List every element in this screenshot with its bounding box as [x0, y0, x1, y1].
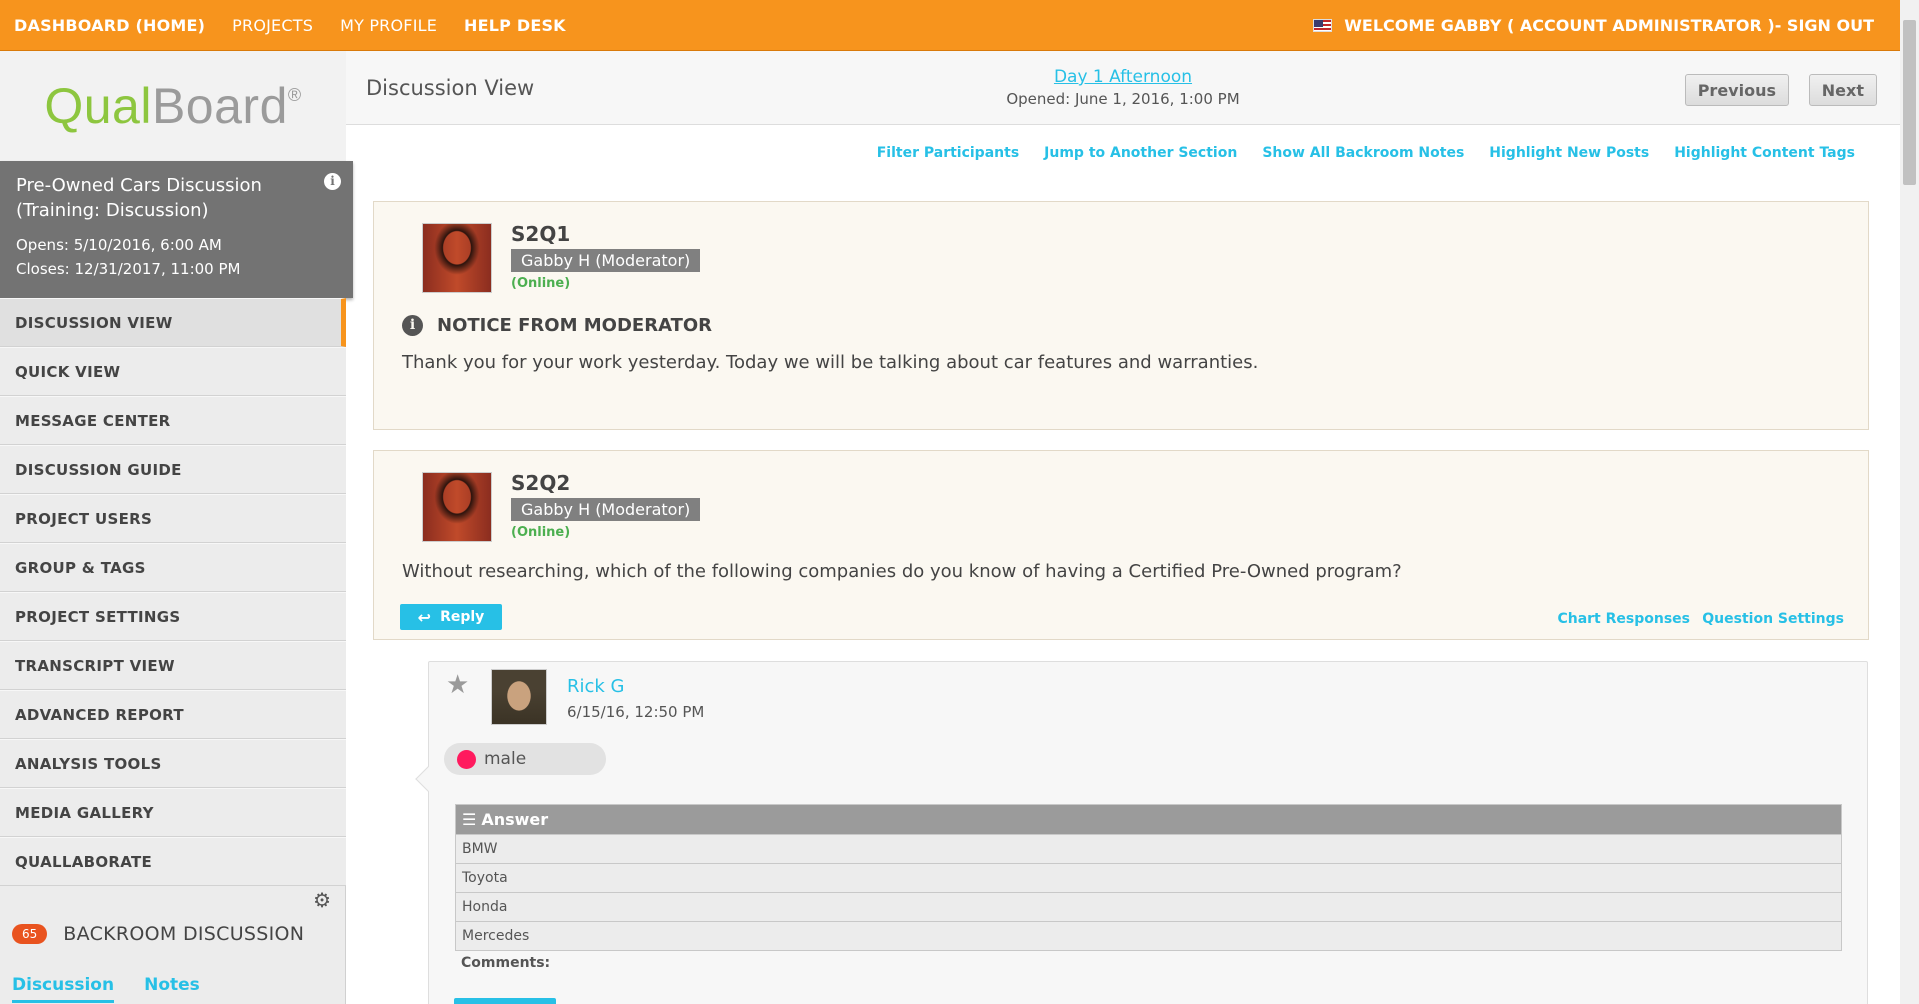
online-status: (Online)	[511, 276, 571, 291]
moderator-avatar	[422, 223, 492, 293]
chart-responses-link[interactable]: Chart Responses	[1557, 611, 1690, 627]
tab-backroom-notes[interactable]: Notes	[144, 975, 200, 1003]
response-card: ★ Rick G 6/15/16, 12:50 PM male ☰ Answer…	[415, 661, 1868, 1004]
table-row: Honda	[456, 892, 1841, 921]
highlight-content-tags-link[interactable]: Highlight Content Tags	[1674, 145, 1855, 161]
question-id: S2Q1	[511, 222, 571, 246]
participant-avatar	[491, 669, 547, 725]
sidebar-menu: DISCUSSION VIEW QUICK VIEW MESSAGE CENTE…	[0, 298, 346, 886]
discussion-toolbar: Filter Participants Jump to Another Sect…	[852, 145, 1855, 161]
comments-label: Comments:	[461, 955, 551, 971]
reply-arrow-icon: ↩	[417, 607, 432, 627]
main-header: Discussion View Day 1 Afternoon Opened: …	[346, 51, 1900, 125]
question-body: Without researching, which of the follow…	[402, 561, 1402, 582]
sidebar-item-transcript-view[interactable]: TRANSCRIPT VIEW	[0, 641, 346, 690]
notice-header: i NOTICE FROM MODERATOR	[402, 315, 712, 336]
sidebar-item-advanced-report[interactable]: ADVANCED REPORT	[0, 690, 346, 739]
sidebar-item-media-gallery[interactable]: MEDIA GALLERY	[0, 788, 346, 837]
project-title: Pre-Owned Cars Discussion	[16, 175, 262, 196]
project-subtitle: (Training: Discussion)	[16, 200, 209, 221]
welcome-signout[interactable]: WELCOME GABBY ( ACCOUNT ADMINISTRATOR )-…	[1313, 0, 1874, 50]
moderator-avatar	[422, 472, 492, 542]
table-row: Toyota	[456, 863, 1841, 892]
question-card-s2q2: S2Q2 Gabby H (Moderator) (Online) Withou…	[373, 450, 1869, 640]
response-time: 6/15/16, 12:50 PM	[567, 703, 705, 721]
scrollbar-thumb[interactable]	[1903, 20, 1916, 185]
question-settings-link[interactable]: Question Settings	[1702, 611, 1844, 627]
online-status: (Online)	[511, 525, 571, 540]
top-navigation-bar: DASHBOARD (HOME) PROJECTS MY PROFILE HEL…	[0, 0, 1900, 51]
nav-projects-link[interactable]: PROJECTS	[232, 16, 313, 35]
section-info: Day 1 Afternoon Opened: June 1, 2016, 1:…	[346, 67, 1900, 108]
show-backroom-notes-link[interactable]: Show All Backroom Notes	[1262, 145, 1464, 161]
backroom-discussion-header[interactable]: 65 BACKROOM DISCUSSION	[12, 923, 304, 945]
tag-color-dot	[457, 749, 476, 769]
answer-table-header: ☰ Answer	[456, 805, 1841, 834]
tag-label: male	[484, 749, 527, 769]
info-circle-icon: i	[402, 315, 423, 336]
sidebar-item-quick-view[interactable]: QUICK VIEW	[0, 347, 346, 396]
welcome-text[interactable]: WELCOME GABBY ( ACCOUNT ADMINISTRATOR )-…	[1344, 16, 1874, 35]
response-pointer	[415, 766, 441, 792]
question-card-s2q1: S2Q1 Gabby H (Moderator) (Online) i NOTI…	[373, 201, 1869, 430]
section-link[interactable]: Day 1 Afternoon	[1054, 67, 1192, 87]
project-closes: Closes: 12/31/2017, 11:00 PM	[16, 260, 241, 278]
logo-registered: ®	[287, 85, 302, 105]
sidebar-item-analysis-tools[interactable]: ANALYSIS TOOLS	[0, 739, 346, 788]
sidebar-item-discussion-view[interactable]: DISCUSSION VIEW	[0, 298, 346, 347]
sidebar-item-discussion-guide[interactable]: DISCUSSION GUIDE	[0, 445, 346, 494]
info-icon[interactable]: i	[324, 173, 341, 190]
table-row: Mercedes	[456, 921, 1841, 950]
participant-name[interactable]: Rick G	[567, 676, 625, 697]
project-opens: Opens: 5/10/2016, 6:00 AM	[16, 236, 222, 254]
jump-to-section-link[interactable]: Jump to Another Section	[1044, 145, 1237, 161]
sidebar-item-quallaborate[interactable]: QUALLABORATE	[0, 837, 346, 886]
top-nav-links: DASHBOARD (HOME) PROJECTS MY PROFILE HEL…	[14, 0, 593, 50]
backroom-count-badge: 65	[12, 924, 48, 944]
highlight-new-posts-link[interactable]: Highlight New Posts	[1489, 145, 1649, 161]
logo-qual: Qual	[44, 78, 152, 134]
backroom-tabs: Discussion Notes	[12, 975, 230, 1003]
notice-body: Thank you for your work yesterday. Today…	[402, 352, 1259, 373]
sidebar-item-project-settings[interactable]: PROJECT SETTINGS	[0, 592, 346, 641]
tab-backroom-discussion[interactable]: Discussion	[12, 975, 115, 1003]
moderator-tag: Gabby H (Moderator)	[511, 249, 701, 272]
backroom-label: BACKROOM DISCUSSION	[63, 923, 305, 945]
moderator-tag: Gabby H (Moderator)	[511, 498, 701, 521]
qualboard-logo[interactable]: QualBoard®	[0, 51, 346, 161]
project-info-box: i Pre-Owned Cars Discussion (Training: D…	[0, 161, 353, 298]
sidebar: QualBoard® i Pre-Owned Cars Discussion (…	[0, 51, 353, 1004]
question-id: S2Q2	[511, 471, 571, 495]
nav-my-profile-link[interactable]: MY PROFILE	[340, 16, 437, 35]
reply-button[interactable]: ↩ Reply	[400, 604, 502, 630]
response-action-button[interactable]	[454, 998, 556, 1004]
answer-table: ☰ Answer BMW Toyota Honda Mercedes	[455, 804, 1842, 951]
gear-icon[interactable]: ⚙	[313, 888, 331, 912]
sidebar-item-message-center[interactable]: MESSAGE CENTER	[0, 396, 346, 445]
reply-label: Reply	[440, 609, 485, 625]
nav-dashboard-link[interactable]: DASHBOARD (HOME)	[14, 16, 205, 35]
nav-help-desk-link[interactable]: HELP DESK	[464, 16, 566, 35]
us-flag-icon	[1313, 18, 1333, 32]
section-opened-date: Opened: June 1, 2016, 1:00 PM	[1006, 90, 1240, 108]
tag-pill[interactable]: male	[444, 743, 606, 775]
filter-participants-link[interactable]: Filter Participants	[877, 145, 1019, 161]
list-icon: ☰	[462, 810, 477, 829]
notice-title: NOTICE FROM MODERATOR	[437, 315, 713, 336]
table-row: BMW	[456, 834, 1841, 863]
sidebar-item-project-users[interactable]: PROJECT USERS	[0, 494, 346, 543]
logo-board: Board	[151, 78, 288, 134]
previous-button[interactable]: Previous	[1684, 74, 1789, 106]
next-button[interactable]: Next	[1808, 74, 1877, 106]
scrollbar[interactable]	[1900, 0, 1919, 1004]
star-icon[interactable]: ★	[446, 670, 469, 700]
sidebar-item-group-tags[interactable]: GROUP & TAGS	[0, 543, 346, 592]
answer-header-label: Answer	[481, 810, 549, 829]
